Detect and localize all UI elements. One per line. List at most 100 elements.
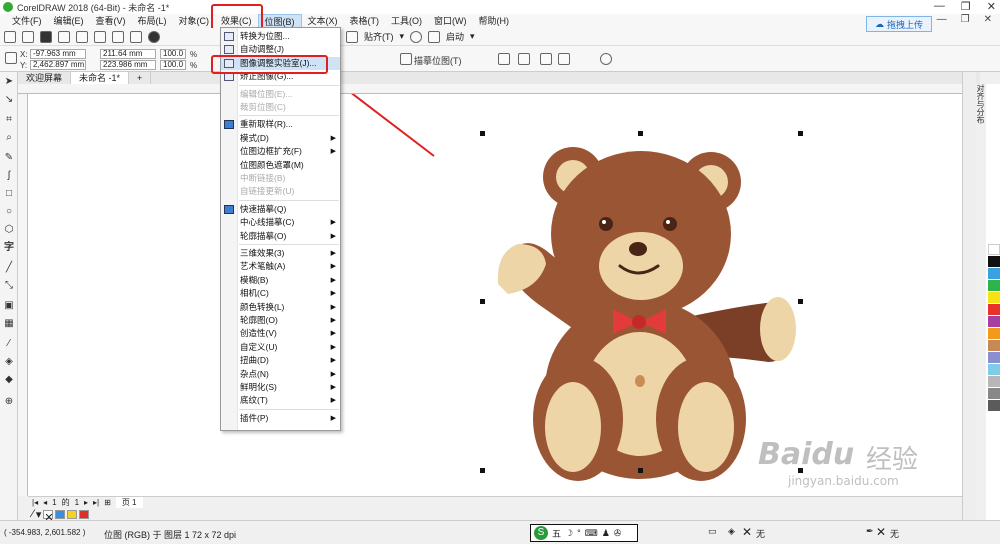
menu-item-25[interactable]: 鲜明化(S) ▶: [221, 381, 340, 394]
swatch-green[interactable]: [988, 280, 1000, 291]
first-page-button[interactable]: |◂: [32, 498, 38, 507]
launch-icon[interactable]: [428, 30, 441, 43]
doc-swatch-yellow[interactable]: [67, 509, 78, 519]
upload-button[interactable]: ☁ 拖拽上传: [866, 16, 932, 32]
scale-x-field[interactable]: 100.0: [160, 49, 186, 59]
menu-edit[interactable]: 编辑(E): [48, 14, 90, 28]
menu-item-19[interactable]: 颜色转换(L) ▶: [221, 301, 340, 314]
drawing-canvas[interactable]: Baidu 经验 jingyan.baidu.com: [28, 94, 962, 496]
drop-shadow-icon[interactable]: ▣: [3, 300, 15, 312]
ime-mode[interactable]: 五: [552, 527, 561, 540]
align-icon[interactable]: [540, 53, 552, 65]
swatch-purple[interactable]: [988, 316, 1000, 327]
add-icon[interactable]: [600, 53, 612, 65]
smart-fill-icon[interactable]: ◆: [3, 374, 15, 386]
swatch-blue[interactable]: [988, 268, 1000, 279]
doc-restore-button[interactable]: ❐: [961, 14, 970, 25]
gear-icon[interactable]: [410, 30, 423, 43]
no-outline-icon[interactable]: ✕: [876, 525, 886, 539]
page-tab[interactable]: 页 1: [115, 497, 143, 508]
undo-icon[interactable]: [112, 30, 124, 43]
menu-view[interactable]: 查看(V): [90, 14, 132, 28]
object-origin-icon[interactable]: [5, 52, 17, 64]
add-page-button[interactable]: ⊞: [104, 498, 111, 507]
save-icon[interactable]: [40, 30, 52, 43]
keyboard-icon[interactable]: ⌨: [585, 528, 598, 539]
swatch-sky[interactable]: [988, 364, 1000, 375]
ellipse-tool-icon[interactable]: ○: [3, 206, 15, 218]
minimize-button[interactable]: —: [934, 0, 945, 13]
tab-document[interactable]: 未命名 -1*: [71, 72, 130, 84]
parallel-dimension-icon[interactable]: ╱: [3, 262, 15, 274]
menu-item-15[interactable]: 三维效果(3) ▶: [221, 247, 340, 260]
grid-icon[interactable]: [346, 30, 358, 43]
pick-tool-icon[interactable]: ➤: [3, 76, 15, 88]
horizontal-ruler[interactable]: [18, 84, 962, 94]
swatch-lavender[interactable]: [988, 352, 1000, 363]
freehand-tool-icon[interactable]: ✎: [3, 152, 15, 164]
menu-item-16[interactable]: 艺术笔触(A) ▶: [221, 260, 340, 273]
open-icon[interactable]: [22, 30, 34, 43]
tab-welcome[interactable]: 欢迎屏幕: [18, 72, 72, 84]
eyedropper-icon[interactable]: ⁄: [32, 508, 34, 520]
swatch-yellow[interactable]: [988, 292, 1000, 303]
punct-icon[interactable]: °: [577, 528, 581, 538]
cut-icon[interactable]: [76, 30, 88, 43]
doc-swatch-none[interactable]: ✕: [43, 509, 54, 524]
moon-icon[interactable]: ☽: [565, 528, 573, 539]
swatch-charcoal[interactable]: [988, 400, 1000, 411]
swatch-orange[interactable]: [988, 328, 1000, 339]
interactive-fill-icon[interactable]: ◈: [3, 356, 15, 368]
snap-to-dropdown[interactable]: 贴齐(T): [364, 30, 394, 43]
print-icon[interactable]: [58, 30, 70, 43]
ime-toolbar[interactable]: S 五 ☽ ° ⌨ ♟ ✇: [530, 524, 638, 542]
menu-table[interactable]: 表格(T): [344, 14, 386, 28]
copy-icon[interactable]: [94, 30, 106, 43]
swatch-dark-gray[interactable]: [988, 388, 1000, 399]
close-button[interactable]: ✕: [987, 0, 996, 13]
bitmap-edit-icon[interactable]: [518, 53, 530, 65]
zoom-tool-icon[interactable]: ⌕: [3, 132, 15, 144]
rectangle-tool-icon[interactable]: □: [3, 188, 15, 200]
add-tool-icon[interactable]: ⊕: [3, 396, 15, 408]
menu-item-18[interactable]: 相机(C) ▶: [221, 287, 340, 300]
x-position-field[interactable]: -97.963 mm: [30, 49, 86, 59]
link-icon[interactable]: [558, 53, 570, 65]
transparency-tool-icon[interactable]: ▦: [3, 318, 15, 330]
trace-bitmap-icon[interactable]: [400, 53, 412, 65]
menu-item-0[interactable]: 转换为位图...: [221, 30, 340, 43]
menu-item-27[interactable]: 插件(P) ▶: [221, 412, 340, 425]
swatch-white[interactable]: [988, 244, 1000, 255]
y-position-field[interactable]: 2,462.897 mm: [30, 60, 86, 70]
menu-item-7[interactable]: 模式(D) ▶: [221, 132, 340, 145]
doc-swatch-red[interactable]: [79, 509, 90, 519]
swatch-tan[interactable]: [988, 340, 1000, 351]
menu-item-20[interactable]: 轮廓图(O) ▶: [221, 314, 340, 327]
user-icon[interactable]: ♟: [602, 528, 610, 539]
doc-swatch-blue[interactable]: [55, 509, 66, 519]
menu-bitmaps[interactable]: 位图(B): [257, 14, 302, 28]
menu-layout[interactable]: 布局(L): [132, 14, 173, 28]
doc-close-button[interactable]: ✕: [984, 14, 992, 25]
menu-help[interactable]: 帮助(H): [473, 14, 516, 28]
bitmap-crop-icon[interactable]: [498, 53, 510, 65]
next-page-button[interactable]: ▸: [84, 498, 88, 507]
menu-tools[interactable]: 工具(O): [385, 14, 428, 28]
launch-dropdown[interactable]: 启动: [446, 30, 464, 43]
add-tab-button[interactable]: +: [129, 72, 152, 84]
connector-tool-icon[interactable]: ⤡: [3, 280, 15, 292]
menu-window[interactable]: 窗口(W): [428, 14, 473, 28]
doc-minimize-button[interactable]: —: [937, 14, 947, 25]
menu-item-8[interactable]: 位图边框扩充(F) ▶: [221, 145, 340, 158]
docker-tab-align[interactable]: 对齐与分布: [976, 84, 986, 184]
menu-item-21[interactable]: 创造性(V) ▶: [221, 327, 340, 340]
restore-button[interactable]: ❐: [961, 0, 971, 13]
shape-tool-icon[interactable]: ↘: [3, 94, 15, 106]
artistic-media-icon[interactable]: ʃ: [3, 170, 15, 182]
wrench-icon[interactable]: ✇: [614, 528, 622, 539]
menu-item-22[interactable]: 自定义(U) ▶: [221, 341, 340, 354]
menu-item-23[interactable]: 扭曲(D) ▶: [221, 354, 340, 367]
swatch-gray[interactable]: [988, 376, 1000, 387]
menu-item-12[interactable]: 快速描摹(Q): [221, 203, 340, 216]
prev-page-button[interactable]: ◂: [43, 498, 47, 507]
